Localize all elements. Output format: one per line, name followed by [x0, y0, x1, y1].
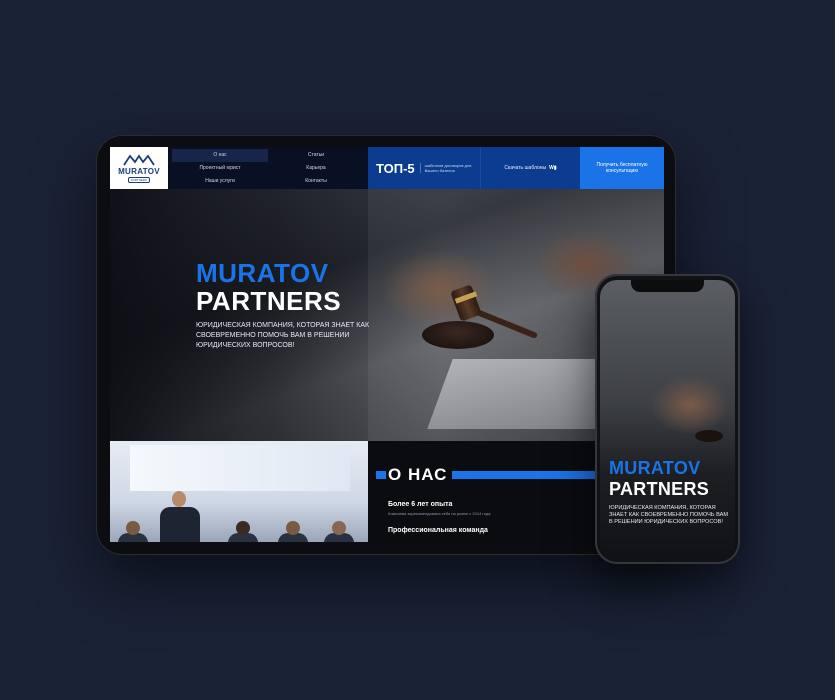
phone-title-line1: MURATOV [609, 458, 701, 478]
audience-head [236, 521, 250, 535]
hero-section: MURATOV PARTNERS Юридическая компания, к… [110, 189, 664, 441]
about-item-team: Профессиональная команда [388, 527, 488, 534]
hero-title: MURATOV PARTNERS [196, 259, 341, 315]
about-photo [110, 441, 368, 542]
mockup-stage: MURATOV PARTNERS О нас Статьи Проектный … [0, 0, 835, 700]
hero-title-line1: MURATOV [196, 258, 329, 288]
speaker-head [172, 491, 186, 507]
audience-head [286, 521, 300, 535]
about-item-experience: Более 6 лет опыта [388, 501, 453, 508]
speaker [160, 507, 200, 542]
logo[interactable]: MURATOV PARTNERS [110, 147, 168, 189]
tablet-screen: MURATOV PARTNERS О нас Статьи Проектный … [110, 147, 664, 542]
phone-hero-photo-hands [650, 375, 730, 435]
phone-notch [631, 280, 704, 292]
menu-item-articles[interactable]: Статьи [268, 149, 364, 162]
presentation-screen [130, 445, 350, 491]
free-consultation-button[interactable]: Получить бесплатную консультацию [580, 147, 664, 189]
top5-banner[interactable]: ТОП-5 шаблонов договоров для Вашего бизн… [368, 147, 480, 189]
audience-head [332, 521, 346, 535]
site-header: MURATOV PARTNERS О нас Статьи Проектный … [110, 147, 664, 189]
about-item-experience-desc: Компания зарекомендовала себя на рынке с… [388, 511, 491, 516]
phone-gavel-icon [695, 430, 723, 442]
download-templates-button[interactable]: Скачать шаблоны W▮ [480, 147, 580, 189]
download-label: Скачать шаблоны [504, 165, 547, 171]
top5-title: ТОП-5 [376, 160, 415, 176]
menu-item-career[interactable]: Карьера [268, 162, 364, 175]
main-menu: О нас Статьи Проектный юрист Карьера Наш… [168, 147, 368, 189]
menu-item-services[interactable]: Наши услуги [172, 174, 268, 187]
hero-subtitle: Юридическая компания, которая знает как … [196, 322, 370, 349]
logo-mark-icon [123, 153, 155, 165]
phone-title-line2: PARTNERS [609, 479, 710, 499]
hero-title-line2: PARTNERS [196, 286, 342, 316]
about-title: О НАС [388, 465, 448, 484]
logo-name: MURATOV [118, 166, 160, 176]
menu-item-project-lawyer[interactable]: Проектный юрист [172, 162, 268, 175]
top5-description: шаблонов договоров для Вашего бизнеса [419, 163, 472, 173]
audience-head [126, 521, 140, 535]
menu-item-about[interactable]: О нас [172, 149, 268, 162]
gavel-block [422, 321, 494, 349]
menu-item-contacts[interactable]: Контакты [268, 174, 364, 187]
phone-hero-subtitle: Юридическая компания, которая знает как … [609, 505, 729, 525]
word-icon: W▮ [549, 165, 557, 171]
phone-screen: MURATOV PARTNERS Юридическая компания, к… [600, 280, 735, 558]
title-accent-bar [376, 471, 386, 479]
phone-hero-title: MURATOV PARTNERS [609, 458, 709, 500]
logo-tagline: PARTNERS [127, 176, 151, 183]
